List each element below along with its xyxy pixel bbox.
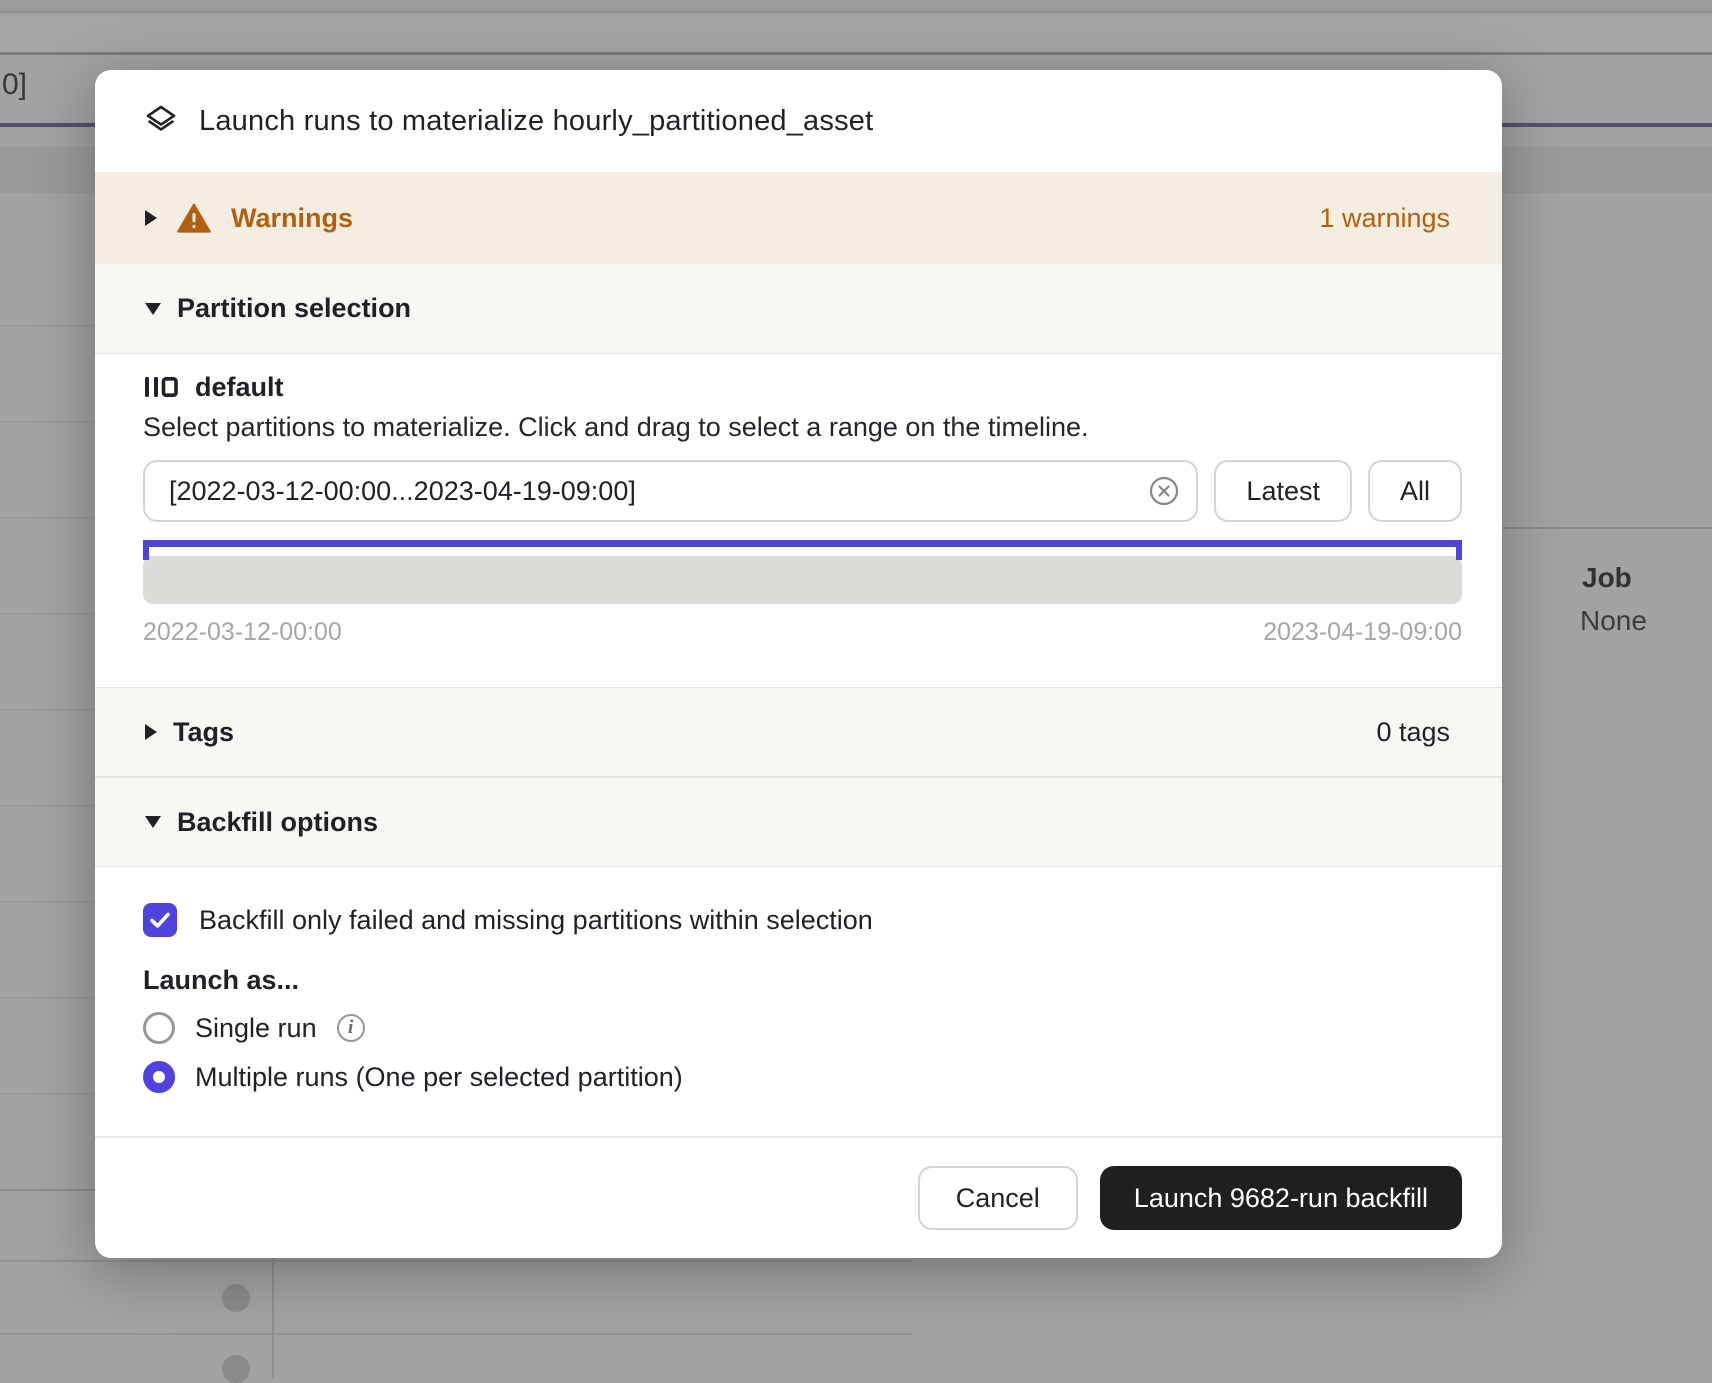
multiple-runs-label: Multiple runs (One per selected partitio… — [195, 1062, 683, 1093]
background-status-dot — [222, 1284, 250, 1312]
all-button[interactable]: All — [1368, 460, 1462, 522]
partition-selection-body: default Select partitions to materialize… — [95, 354, 1502, 687]
dialog-footer: Cancel Launch 9682-run backfill — [95, 1136, 1502, 1258]
background-row-line — [0, 325, 95, 326]
partition-timeline[interactable] — [143, 556, 1462, 604]
timeline-end-date: 2023-04-19-09:00 — [1263, 618, 1462, 647]
background-job-column-divider — [1502, 527, 1712, 529]
partition-selection-range-bar — [143, 540, 1462, 547]
warnings-count-badge: 1 warnings — [1319, 203, 1450, 234]
background-row-line — [0, 613, 95, 614]
dialog-header: Launch runs to materialize hourly_partit… — [95, 70, 1502, 172]
warnings-section-toggle[interactable]: Warnings 1 warnings — [95, 172, 1502, 264]
partition-selection-description: Select partitions to materialize. Click … — [143, 410, 1462, 444]
partition-selection-toggle[interactable]: Partition selection — [95, 264, 1502, 354]
chevron-right-icon — [145, 210, 157, 226]
timeline-start-date: 2022-03-12-00:00 — [143, 618, 342, 647]
background-toolbar-strip — [0, 15, 1712, 55]
background-partial-input-text: 0] — [2, 68, 27, 102]
single-run-radio[interactable] — [143, 1012, 175, 1044]
warnings-label: Warnings — [231, 203, 353, 234]
chevron-right-icon — [145, 724, 157, 740]
cancel-button[interactable]: Cancel — [918, 1166, 1078, 1230]
single-run-label: Single run — [195, 1013, 317, 1044]
background-row-line — [0, 517, 95, 518]
info-icon[interactable]: i — [337, 1014, 365, 1042]
latest-button[interactable]: Latest — [1214, 460, 1352, 522]
background-row-line — [0, 1333, 912, 1335]
background-job-value: None — [1580, 605, 1647, 637]
background-top-strip — [0, 0, 1712, 13]
asset-layers-icon — [143, 103, 179, 139]
multiple-runs-radio[interactable] — [143, 1061, 175, 1093]
partition-dimension-name: default — [195, 372, 284, 403]
dialog-title: Launch runs to materialize hourly_partit… — [199, 105, 873, 138]
tags-section-toggle[interactable]: Tags 0 tags — [95, 687, 1502, 777]
launch-backfill-dialog: Launch runs to materialize hourly_partit… — [95, 70, 1502, 1258]
launch-backfill-button[interactable]: Launch 9682-run backfill — [1100, 1166, 1462, 1230]
chevron-down-icon — [145, 816, 161, 828]
backfill-checkbox-label: Backfill only failed and missing partiti… — [199, 905, 873, 936]
background-row-line — [0, 805, 95, 806]
background-row-line — [0, 1260, 912, 1262]
partition-range-input[interactable] — [143, 460, 1198, 522]
background-row-line — [0, 1093, 95, 1094]
background-row-line — [0, 709, 95, 710]
launch-as-label: Launch as... — [143, 965, 1454, 997]
warning-icon — [177, 203, 211, 233]
background-row-line — [0, 901, 95, 902]
background-status-dot — [222, 1355, 250, 1383]
backfill-options-header: Backfill options — [177, 807, 378, 838]
background-job-header: Job — [1582, 562, 1632, 594]
backfill-checkbox[interactable] — [143, 903, 177, 937]
backfill-options-body: Backfill only failed and missing partiti… — [95, 867, 1502, 1095]
backfill-options-toggle[interactable]: Backfill options — [95, 777, 1502, 867]
background-row-line — [0, 997, 95, 998]
partition-set-icon — [143, 373, 179, 401]
background-row-line — [0, 1189, 103, 1191]
chevron-down-icon — [145, 303, 161, 315]
clear-selection-icon[interactable] — [1148, 475, 1180, 507]
background-column-divider — [272, 1250, 274, 1378]
partition-selection-header: Partition selection — [177, 293, 411, 324]
background-row-line — [0, 421, 95, 422]
tags-header: Tags — [173, 717, 234, 748]
tags-count-badge: 0 tags — [1376, 717, 1450, 748]
